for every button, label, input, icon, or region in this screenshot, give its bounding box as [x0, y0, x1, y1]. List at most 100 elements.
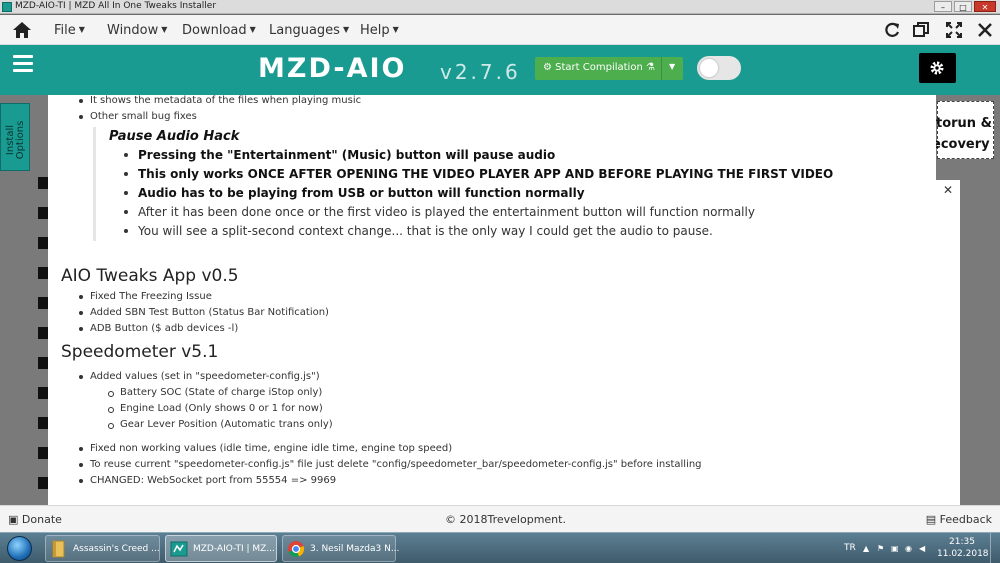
copyright-icon: ©	[445, 513, 456, 526]
list-item: Audio has to be playing from USB or butt…	[109, 184, 936, 203]
start-button[interactable]	[3, 534, 37, 563]
changelog-content: It shows the metadata of the files when …	[48, 95, 936, 489]
language-indicator[interactable]: TR	[844, 543, 856, 553]
background-text-2: ecovery	[932, 137, 990, 152]
app-version: v2.7.6	[440, 60, 521, 84]
windows-orb-icon	[7, 536, 32, 561]
aio-tweaks-list: Fixed The Freezing Issue Added SBN Test …	[48, 289, 936, 337]
caret-down-icon: ▼	[669, 62, 676, 71]
app-icon	[2, 2, 12, 12]
caret-down-icon: ▼	[392, 25, 399, 34]
list-item: Fixed non working values (idle time, eng…	[48, 441, 936, 457]
minimize-button[interactable]: –	[934, 1, 952, 12]
flag-icon[interactable]: ⚑	[877, 544, 884, 553]
list-item: Gear Lever Position (Automatic trans onl…	[48, 417, 936, 433]
toggle-knob	[700, 59, 718, 77]
maximize-button[interactable]: □	[954, 1, 972, 12]
speedometer-list: Added values (set in "speedometer-config…	[48, 369, 936, 385]
tray-expand-icon[interactable]: ▲	[863, 544, 869, 553]
donate-link[interactable]: ▣ Donate	[8, 513, 62, 526]
caret-down-icon: ▼	[249, 25, 256, 34]
menu-download[interactable]: Download ▼	[182, 23, 256, 38]
caret-down-icon: ▼	[161, 25, 168, 34]
taskbar-item-mzd-aio[interactable]: MZD-AIO-TI | MZ...	[165, 535, 277, 562]
list-item: It shows the metadata of the files when …	[48, 95, 936, 109]
list-item: Added SBN Test Button (Status Bar Notifi…	[48, 305, 936, 321]
clock[interactable]: 21:35 11.02.2018	[937, 536, 989, 560]
list-item: Other small bug fixes	[48, 109, 936, 125]
list-item: Pressing the "Entertainment" (Music) but…	[109, 146, 936, 165]
antivirus-icon[interactable]: ◉	[905, 544, 912, 553]
list-item: Battery SOC (State of charge iStop only)	[48, 385, 936, 401]
show-desktop-button[interactable]	[990, 533, 1000, 563]
feedback-link[interactable]: ▤ Feedback	[926, 513, 992, 526]
list-item: CHANGED: WebSocket port from 55554 => 99…	[48, 473, 936, 489]
folder-icon	[52, 540, 65, 558]
feedback-icon: ▤	[925, 513, 937, 526]
network-icon[interactable]: ▣	[891, 544, 899, 553]
changelog-top-list: It shows the metadata of the files when …	[48, 95, 936, 125]
hamburger-menu-icon[interactable]	[13, 55, 33, 73]
aio-tweaks-heading: AIO Tweaks App v0.5	[61, 266, 239, 286]
install-options-label: Install Options	[5, 120, 26, 160]
menu-help-label: Help	[360, 23, 390, 38]
mzd-app-icon	[170, 541, 188, 557]
dark-mode-toggle[interactable]	[697, 56, 741, 80]
pause-audio-list: Pressing the "Entertainment" (Music) but…	[109, 146, 936, 241]
chrome-icon	[288, 541, 305, 558]
credit-label: 2018Trevelopment.	[459, 513, 566, 526]
app-logo: MZD-AIO	[258, 53, 407, 84]
speedometer-heading: Speedometer v5.1	[61, 342, 219, 362]
menu-bar: File ▼ Window ▼ Download ▼ Languages ▼ Help ▼	[0, 15, 1000, 45]
list-item: Added values (set in "speedometer-config…	[48, 369, 936, 385]
speedometer-sublist: Battery SOC (State of charge iStop only)…	[48, 385, 936, 433]
menu-help[interactable]: Help ▼	[360, 23, 399, 38]
fullscreen-icon[interactable]	[945, 21, 963, 39]
settings-button[interactable]	[919, 53, 956, 83]
app-header: MZD-AIO v2.7.6 ⚙ Start Compilation ⚗ ▼	[0, 45, 1000, 95]
pause-audio-blockquote: Pause Audio Hack Pressing the "Entertain…	[93, 127, 936, 241]
list-item: You will see a split-second context chan…	[109, 222, 936, 241]
menu-window[interactable]: Window ▼	[107, 23, 167, 38]
restore-window-icon[interactable]	[912, 21, 930, 39]
title-bar: MZD-AIO-TI | MZD All In One Tweaks Insta…	[0, 0, 1000, 14]
feedback-label: Feedback	[939, 513, 992, 526]
taskbar-item-label: MZD-AIO-TI | MZ...	[193, 544, 275, 554]
start-compilation-button[interactable]: ⚙ Start Compilation ⚗ ▼	[535, 57, 683, 80]
list-item: To reuse current "speedometer-config.js"…	[48, 457, 936, 473]
menu-languages-label: Languages	[269, 23, 340, 38]
list-item: This only works ONCE AFTER OPENING THE V…	[109, 165, 936, 184]
compile-options-dropdown[interactable]: ▼	[661, 57, 683, 80]
background-panel	[936, 203, 960, 505]
taskbar-item-label: 3. Nesil Mazda3 N...	[310, 544, 400, 554]
close-app-icon[interactable]	[976, 21, 994, 39]
clock-time: 21:35	[949, 537, 975, 547]
install-options-tab[interactable]: Install Options	[0, 103, 30, 171]
credit-text: © 2018Trevelopment.	[445, 513, 566, 526]
list-item: ADB Button ($ adb devices -l)	[48, 321, 936, 337]
menu-window-label: Window	[107, 23, 159, 38]
refresh-icon[interactable]	[883, 21, 901, 39]
menu-file[interactable]: File ▼	[54, 23, 85, 38]
close-button[interactable]: ✕	[974, 1, 996, 12]
windows-taskbar: Assassin's Creed ... MZD-AIO-TI | MZ... …	[0, 532, 1000, 563]
list-item: After it has been done once or the first…	[109, 203, 936, 222]
caret-down-icon: ▼	[342, 25, 350, 34]
volume-icon[interactable]: ◀	[919, 544, 925, 553]
changelog-modal: It shows the metadata of the files when …	[48, 95, 936, 505]
taskbar-item-chrome[interactable]: 3. Nesil Mazda3 N...	[282, 535, 400, 562]
taskbar-item-label: Assassin's Creed ...	[73, 544, 160, 554]
flask-icon: ⚗	[645, 62, 655, 73]
list-item: Engine Load (Only shows 0 or 1 for now)	[48, 401, 936, 417]
pause-audio-title: Pause Audio Hack	[109, 129, 240, 144]
background-close-icon[interactable]: ✕	[936, 180, 960, 204]
menu-languages[interactable]: Languages ▼	[269, 23, 349, 38]
menu-download-label: Download	[182, 23, 247, 38]
home-icon[interactable]	[12, 21, 32, 39]
window-controls: – □ ✕	[934, 1, 996, 12]
speedometer-list-2: Fixed non working values (idle time, eng…	[48, 441, 936, 489]
caret-down-icon: ▼	[78, 25, 85, 34]
background-dashed-box: torun & ecovery	[932, 101, 994, 159]
window-title: MZD-AIO-TI | MZD All In One Tweaks Insta…	[15, 1, 217, 11]
taskbar-item-assassins-creed[interactable]: Assassin's Creed ...	[45, 535, 160, 562]
